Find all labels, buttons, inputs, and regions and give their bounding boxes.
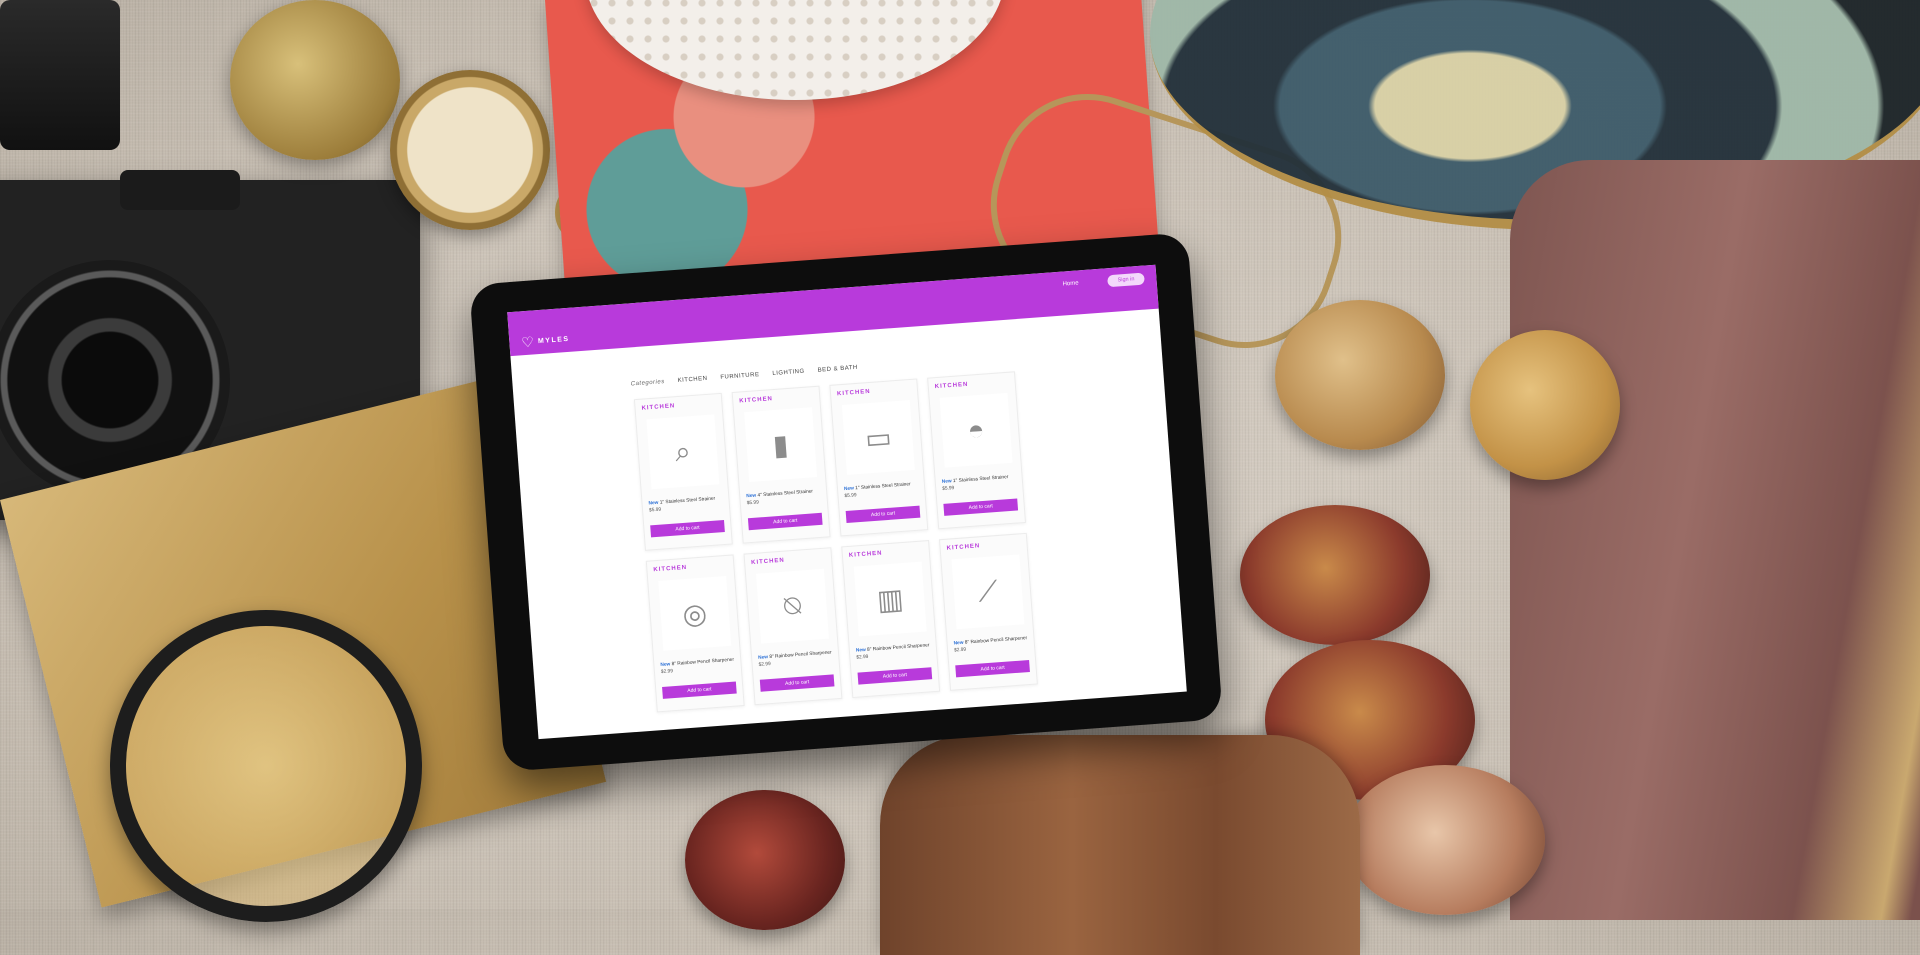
product-price: $2.99	[758, 661, 771, 668]
product-card[interactable]: KITCHEN ▥ New 8" Rainbow Pencil Sharpene…	[841, 540, 941, 699]
product-title[interactable]: New 4" Stainless Steel Strainer	[746, 489, 813, 499]
product-title[interactable]: New 8" Rainbow Pencil Sharpener	[660, 658, 734, 668]
brand-name: MYLES	[537, 335, 570, 345]
product-category: KITCHEN	[739, 396, 774, 405]
product-category: KITCHEN	[946, 543, 981, 552]
magnifying-glass	[110, 610, 422, 922]
nav-home-link[interactable]: Home	[1062, 280, 1078, 287]
product-price: $2.99	[954, 647, 967, 654]
product-title-text: 8" Rainbow Pencil Sharpener	[671, 657, 735, 668]
product-title-text: 8" Rainbow Pencil Sharpener	[866, 643, 930, 653]
whisk-icon[interactable]: ⍉	[756, 568, 829, 644]
product-title-text: 8" Rainbow Pencil Sharpener	[769, 650, 832, 661]
add-to-cart-button[interactable]: Add to cart	[955, 660, 1030, 678]
dried-rose	[1240, 505, 1430, 645]
dried-rose	[685, 790, 845, 930]
categories-label: Categories	[630, 378, 665, 388]
category-lighting[interactable]: LIGHTING	[772, 369, 805, 377]
product-title-text: 8" Rainbow Pencil Sharpener	[964, 636, 1028, 646]
product-title-text: 1" Stainless Steel Strainer	[659, 496, 716, 506]
new-badge: New	[941, 479, 952, 485]
new-badge: New	[648, 500, 659, 507]
rolling-pin-icon[interactable]: ⟋	[951, 554, 1025, 630]
product-card[interactable]: KITCHEN ⍉ New 8" Rainbow Pencil Sharpene…	[743, 547, 843, 706]
add-to-cart-button[interactable]: Add to cart	[747, 512, 823, 531]
add-to-cart-button[interactable]: Add to cart	[943, 498, 1019, 516]
add-to-cart-button[interactable]: Add to cart	[857, 667, 933, 685]
tablet-screen: ♡ MYLES Home Sign in Categories KITCHEN …	[507, 264, 1187, 740]
product-category: KITCHEN	[836, 388, 871, 398]
strainer-icon[interactable]: ⌕	[646, 414, 720, 490]
product-title[interactable]: New 1" Stainless Steel Strainer	[844, 482, 911, 492]
product-title-text: 4" Stainless Steel Strainer	[757, 489, 814, 499]
add-to-cart-button[interactable]: Add to cart	[845, 505, 921, 524]
add-to-cart-button[interactable]: Add to cart	[662, 681, 737, 699]
product-title[interactable]: New 8" Rainbow Pencil Sharpener	[954, 636, 1028, 646]
product-price: $5.99	[844, 493, 857, 500]
category-furniture[interactable]: FURNITURE	[720, 372, 760, 381]
brass-lid	[230, 0, 400, 160]
dried-rose	[1275, 300, 1445, 450]
brand-logo[interactable]: ♡ MYLES	[520, 332, 570, 351]
scarf	[1510, 160, 1920, 920]
navbar: ♡ MYLES Home Sign in	[507, 264, 1159, 357]
product-title[interactable]: New 8" Rainbow Pencil Sharpener	[856, 643, 930, 653]
measuring-jug-icon[interactable]: ▥	[853, 561, 927, 637]
product-category: KITCHEN	[751, 557, 786, 567]
product-card[interactable]: KITCHEN ▭ New 1" Stainless Steel Straine…	[829, 378, 929, 537]
product-category: KITCHEN	[934, 381, 969, 391]
sifter-icon[interactable]: ▮	[744, 407, 818, 483]
add-to-cart-button[interactable]: Add to cart	[759, 674, 835, 692]
product-price: $5.99	[746, 500, 760, 507]
product-price: $2.99	[856, 654, 869, 661]
category-bed-bath[interactable]: BED & BATH	[817, 365, 858, 374]
product-category: KITCHEN	[848, 550, 883, 559]
baking-mat-icon[interactable]: ▭	[841, 400, 915, 475]
new-badge: New	[758, 655, 769, 661]
new-badge: New	[855, 647, 866, 654]
product-card[interactable]: KITCHEN ◎ New 8" Rainbow Pencil Sharpene…	[645, 554, 745, 713]
product-title[interactable]: New 1" Stainless Steel Strainer	[648, 497, 715, 507]
product-grid: KITCHEN ⌕ New 1" Stainless Steel Straine…	[633, 360, 1186, 713]
dried-rose	[1470, 330, 1620, 480]
product-card[interactable]: KITCHEN ▮ New 4" Stainless Steel Straine…	[731, 385, 831, 544]
product-title-text: 1" Stainless Steel Strainer	[855, 482, 911, 492]
product-title[interactable]: New 1" Stainless Steel Strainer	[942, 475, 1009, 485]
add-to-cart-button[interactable]: Add to cart	[650, 519, 725, 538]
new-badge: New	[843, 486, 855, 493]
film-canister	[0, 0, 120, 150]
new-badge: New	[953, 640, 964, 647]
new-badge: New	[746, 493, 757, 500]
product-price: $5.99	[648, 507, 662, 514]
product-price: $2.99	[660, 669, 674, 676]
product-category: KITCHEN	[641, 403, 676, 412]
compass	[390, 70, 550, 230]
tablet: ♡ MYLES Home Sign in Categories KITCHEN …	[469, 232, 1223, 772]
new-badge: New	[660, 662, 671, 669]
dried-rose	[1345, 765, 1545, 915]
leather-gloves	[880, 735, 1360, 955]
product-category: KITCHEN	[653, 564, 688, 574]
product-price: $5.99	[942, 486, 955, 492]
product-card[interactable]: KITCHEN ⌕ New 1" Stainless Steel Straine…	[633, 392, 733, 551]
saucepan-icon[interactable]: ◓	[939, 392, 1013, 468]
product-title[interactable]: New 8" Rainbow Pencil Sharpener	[758, 650, 832, 660]
product-card[interactable]: KITCHEN ⟋ New 8" Rainbow Pencil Sharpene…	[938, 532, 1038, 691]
heart-logo-icon: ♡	[520, 333, 535, 351]
product-title-text: 1" Stainless Steel Strainer	[952, 475, 1009, 485]
category-kitchen[interactable]: KITCHEN	[677, 376, 707, 384]
signin-button[interactable]: Sign in	[1107, 272, 1145, 288]
measuring-cups-icon[interactable]: ◎	[658, 575, 732, 651]
product-card[interactable]: KITCHEN ◓ New 1" Stainless Steel Straine…	[927, 371, 1027, 530]
